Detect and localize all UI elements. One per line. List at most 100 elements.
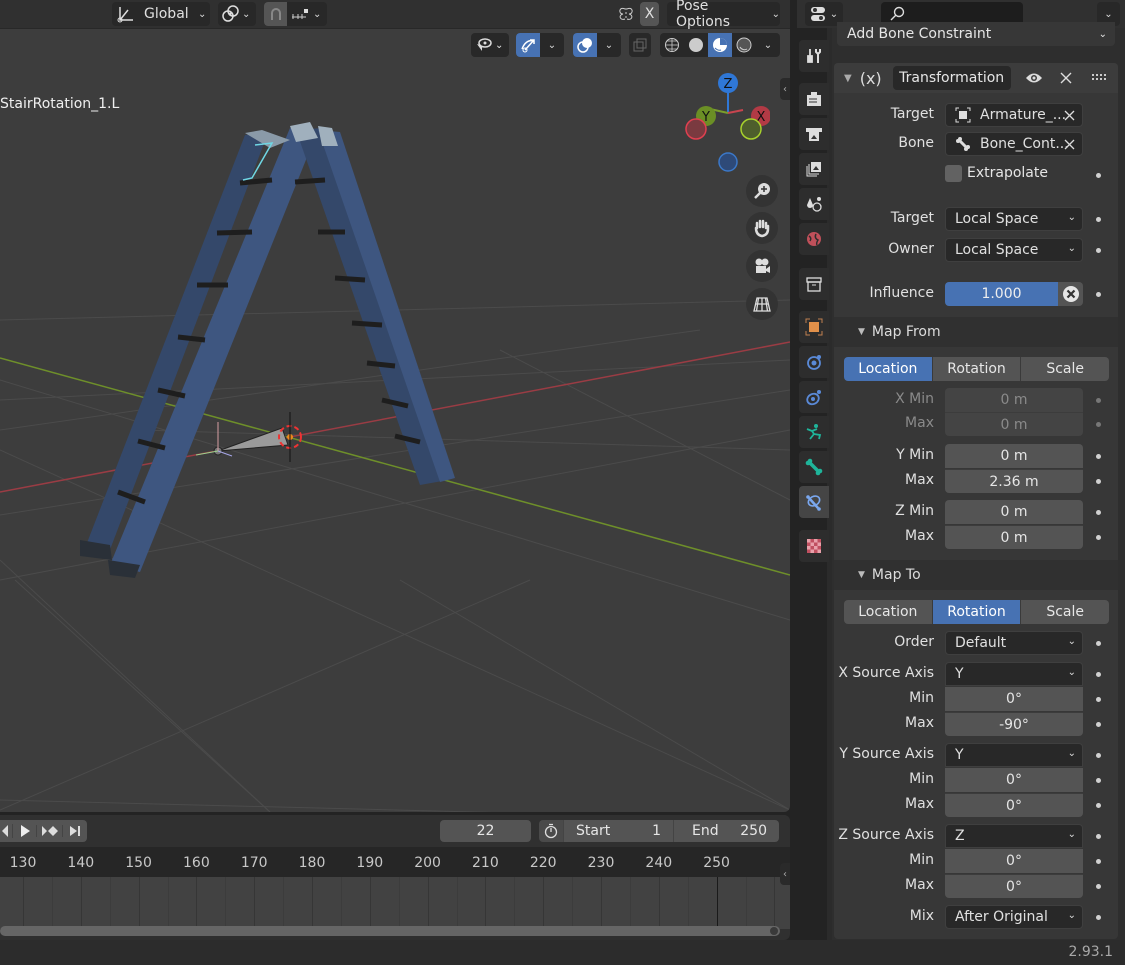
map-from-location-button[interactable]: Location — [844, 357, 932, 381]
from-x-min-field[interactable]: 0 m — [945, 388, 1083, 412]
extrapolate-checkbox[interactable]: Extrapolate — [945, 163, 1048, 183]
map-to-scale-button[interactable]: Scale — [1020, 600, 1109, 624]
pan-button[interactable] — [746, 212, 778, 244]
keyframe-dot[interactable] — [1096, 217, 1101, 222]
chevron-down-icon[interactable]: ⌄ — [313, 9, 321, 20]
map-from-scale-button[interactable]: Scale — [1020, 357, 1109, 381]
keyframe-dot[interactable] — [1096, 535, 1101, 540]
eye-visibility-icon[interactable] — [1025, 71, 1043, 85]
from-y-min-field[interactable]: 0 m — [945, 444, 1083, 468]
solid-shading-icon[interactable] — [684, 33, 708, 57]
mix-mode-dropdown[interactable]: After Original ⌄ — [945, 905, 1083, 929]
gizmo-toggle-icon[interactable] — [516, 33, 540, 57]
rendered-shading-icon[interactable] — [732, 33, 756, 57]
collapse-triangle-icon[interactable]: ▼ — [844, 73, 852, 84]
scrollbar-handle[interactable] — [770, 927, 778, 935]
x-source-axis-dropdown[interactable]: Y ⌄ — [945, 662, 1083, 686]
tab-object-constraints[interactable] — [799, 381, 829, 413]
tab-object[interactable] — [799, 311, 829, 343]
keyframe-dot[interactable] — [1096, 859, 1101, 864]
map-to-subpanel-header[interactable]: ▼ Map To — [834, 560, 1118, 590]
material-preview-shading-icon[interactable] — [708, 33, 732, 57]
timeline-horizontal-scrollbar[interactable] — [0, 926, 780, 936]
keyframe-dot[interactable] — [1096, 778, 1101, 783]
y-source-axis-dropdown[interactable]: Y ⌄ — [945, 743, 1083, 767]
clear-target-x-icon[interactable] — [1064, 110, 1075, 121]
keyframe-dot[interactable] — [1096, 803, 1101, 808]
z-source-axis-dropdown[interactable]: Z ⌄ — [945, 824, 1083, 848]
to-y-max-field[interactable]: 0° — [945, 793, 1083, 817]
keyframe-dot[interactable] — [1096, 398, 1101, 403]
gizmo-neg-x-axis[interactable] — [685, 118, 707, 140]
xray-toggle[interactable] — [629, 33, 651, 57]
sidebar-expand-tab[interactable]: ‹ — [780, 78, 790, 100]
gizmo-neg-z-axis[interactable] — [718, 152, 738, 172]
visibility-selectability-dropdown[interactable]: ⌄ — [471, 33, 509, 57]
play-icon[interactable] — [12, 824, 36, 838]
camera-view-button[interactable] — [746, 250, 778, 282]
clear-bone-x-icon[interactable] — [1064, 139, 1075, 150]
pivot-point-dropdown[interactable]: ⌄ — [218, 2, 256, 26]
tab-world[interactable] — [799, 223, 829, 255]
delete-constraint-x-icon[interactable] — [1060, 72, 1072, 84]
current-frame-field[interactable]: 22 — [440, 820, 531, 842]
tab-output[interactable] — [799, 118, 829, 150]
keyframe-dot[interactable] — [1096, 422, 1101, 427]
map-to-rotation-button[interactable]: Rotation — [931, 600, 1021, 624]
from-y-max-field[interactable]: 2.36 m — [945, 469, 1083, 493]
keyframe-dot[interactable] — [1096, 834, 1101, 839]
jump-to-end-icon[interactable] — [62, 825, 86, 837]
tab-physics[interactable] — [799, 346, 829, 378]
navigation-gizmo[interactable]: Z Y X — [680, 70, 770, 180]
keyframe-dot[interactable] — [1096, 510, 1101, 515]
gizmo-dropdown-chevron[interactable]: ⌄ — [540, 33, 564, 57]
wireframe-shading-icon[interactable] — [660, 33, 684, 57]
tab-collection[interactable] — [799, 268, 829, 300]
rotation-order-dropdown[interactable]: Default ⌄ — [945, 631, 1083, 655]
gizmo-neg-y-axis[interactable] — [740, 118, 762, 140]
start-frame-field[interactable]: Start 1 — [563, 820, 673, 842]
bone-gizmo[interactable] — [195, 422, 289, 457]
timeline-ruler[interactable]: 130 140 150 160 170 180 190 200 210 220 230 240 250 — [0, 847, 790, 877]
tab-view-layer[interactable] — [799, 153, 829, 185]
use-preview-range-stopwatch-icon[interactable] — [539, 820, 563, 842]
from-z-max-field[interactable]: 0 m — [945, 525, 1083, 549]
to-x-min-field[interactable]: 0° — [945, 687, 1083, 711]
ladder-mesh[interactable] — [80, 122, 455, 578]
to-z-max-field[interactable]: 0° — [945, 874, 1083, 898]
tab-tool[interactable] — [799, 40, 829, 72]
transform-orientation-dropdown[interactable]: Global ⌄ — [112, 2, 210, 26]
overlays-toggle-icon[interactable] — [573, 33, 597, 57]
constraint-name-field[interactable]: Transformation — [892, 66, 1011, 90]
keyframe-dot[interactable] — [1096, 722, 1101, 727]
constraint-header[interactable]: ▼ (x) Transformation — [834, 63, 1118, 93]
keyframe-dot[interactable] — [1096, 697, 1101, 702]
keyframe-dot[interactable] — [1096, 915, 1101, 920]
play-reverse-icon[interactable] — [0, 824, 12, 838]
keyframe-dot[interactable] — [1096, 479, 1101, 484]
viewport-scene[interactable] — [0, 0, 790, 812]
keyframe-dot[interactable] — [1096, 248, 1101, 253]
overlays-dropdown-chevron[interactable]: ⌄ — [597, 33, 621, 57]
snap-toggle-magnet-icon[interactable] — [264, 2, 287, 26]
keyframe-dot[interactable] — [1096, 454, 1101, 459]
target-space-dropdown[interactable]: Local Space ⌄ — [945, 207, 1083, 231]
timeline-sidebar-expand-tab[interactable]: ‹ — [780, 863, 790, 885]
3d-viewport[interactable]: Global ⌄ ⌄ ⌄ X Pose Options ⌄ ⌄ ⌄ ⌄ ⌄ St… — [0, 0, 790, 812]
tab-bone[interactable] — [799, 451, 829, 483]
keyframe-dot[interactable] — [1096, 753, 1101, 758]
shading-dropdown-chevron[interactable]: ⌄ — [756, 33, 780, 57]
keyframe-dot[interactable] — [1096, 641, 1101, 646]
map-from-rotation-button[interactable]: Rotation — [931, 357, 1021, 381]
keyframe-dot[interactable] — [1096, 173, 1101, 178]
pose-options-dropdown[interactable]: Pose Options ⌄ — [667, 0, 780, 30]
jump-next-keyframe-icon[interactable] — [36, 825, 62, 837]
tab-armature-data[interactable] — [799, 416, 829, 448]
keyframe-dot[interactable] — [1096, 672, 1101, 677]
owner-space-dropdown[interactable]: Local Space ⌄ — [945, 238, 1083, 262]
tab-bone-constraints[interactable] — [799, 486, 829, 518]
tab-scene[interactable] — [799, 188, 829, 220]
timeline-editor[interactable]: 22 Start 1 End 250 130 140 150 160 170 180 190… — [0, 815, 790, 940]
to-y-min-field[interactable]: 0° — [945, 768, 1083, 792]
end-frame-field[interactable]: End 250 — [673, 820, 779, 842]
